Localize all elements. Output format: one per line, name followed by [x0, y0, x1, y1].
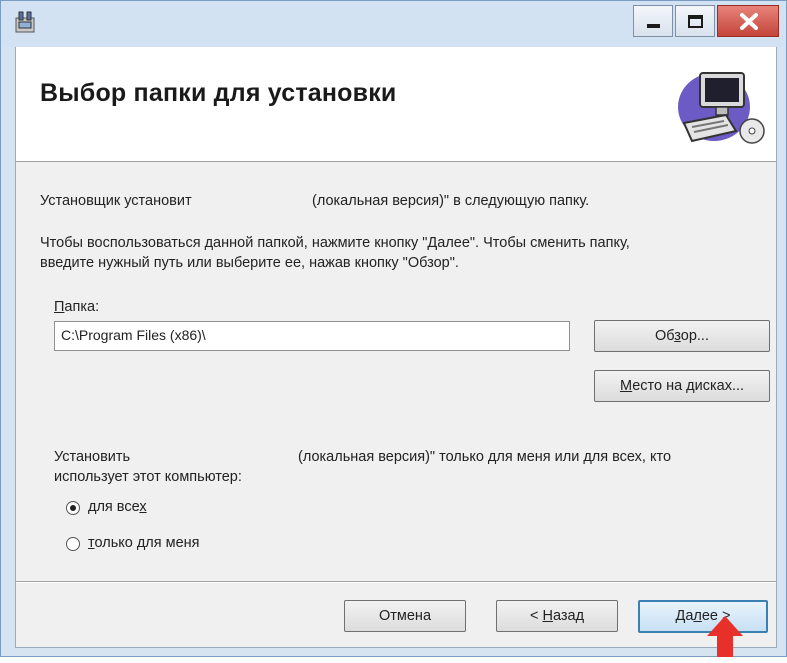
next-label-pre: Да [675, 608, 694, 624]
radio-only-me-label[interactable]: только для меня [88, 535, 200, 551]
dialog-body: Выбор папки для установки Установщик уст… [15, 47, 777, 648]
installer-icon [13, 9, 37, 35]
folder-label: Папка: [54, 299, 99, 315]
intro-line-1: Установщик установит (локальная версия)"… [40, 193, 589, 209]
radio-all-label-accel: х [139, 499, 147, 515]
disk-label-rest: есто на дисках... [632, 378, 745, 394]
folder-path-input[interactable]: C:\Program Files (x86)\ [54, 321, 570, 351]
scope-line-2: использует этот компьютер: [54, 469, 242, 485]
maximize-button[interactable] [675, 5, 715, 37]
next-label-accel: л [693, 608, 702, 624]
back-label-pre: < [529, 608, 543, 624]
close-button[interactable] [717, 5, 779, 37]
radio-only-me[interactable] [66, 537, 80, 551]
scope-line-1-suffix: (локальная версия)" только для меня или … [298, 449, 672, 465]
header-banner: Выбор папки для установки [16, 47, 776, 162]
radio-all-users-label[interactable]: для всех [88, 499, 147, 515]
red-arrow-icon [703, 614, 747, 658]
page-title: Выбор папки для установки [40, 79, 397, 107]
browse-button[interactable]: Обзор... [594, 320, 770, 352]
back-label-post: азад [552, 608, 585, 624]
back-button[interactable]: < Назад [496, 600, 618, 632]
folder-label-accel: П [54, 299, 65, 315]
radio-selected-dot [70, 505, 76, 511]
browse-label-pre: Об [655, 328, 675, 344]
title-bar[interactable] [1, 1, 786, 47]
intro-line-1-suffix: (локальная версия)" в следующую папку. [312, 193, 590, 209]
disk-cost-button[interactable]: Место на дисках... [594, 370, 770, 402]
installer-window: Выбор папки для установки Установщик уст… [0, 0, 787, 657]
intro-line-2: Чтобы воспользоваться данной папкой, наж… [40, 235, 630, 251]
intro-line-1-prefix: Установщик установит [40, 193, 192, 209]
back-label-accel: Н [542, 608, 553, 624]
maximize-icon [688, 15, 703, 28]
radio-all-label-pre: для все [88, 499, 140, 515]
scope-line-1-prefix: Установить [54, 449, 131, 465]
minimize-button[interactable] [633, 5, 673, 37]
close-icon [740, 13, 758, 30]
radio-me-label-rest: олько для меня [94, 535, 200, 551]
scope-line-1: Установить (локальная версия)" только дл… [54, 449, 671, 465]
disk-label-accel: М [619, 378, 633, 394]
computer-cd-icon [670, 57, 768, 155]
footer-separator [16, 581, 776, 583]
cancel-button[interactable]: Отмена [344, 600, 466, 632]
folder-label-rest: апка: [64, 299, 100, 315]
radio-all-users[interactable] [66, 501, 80, 515]
minimize-icon [647, 24, 660, 28]
intro-line-3: введите нужный путь или выберите ее, наж… [40, 255, 459, 271]
browse-label-post: ор... [680, 328, 709, 344]
